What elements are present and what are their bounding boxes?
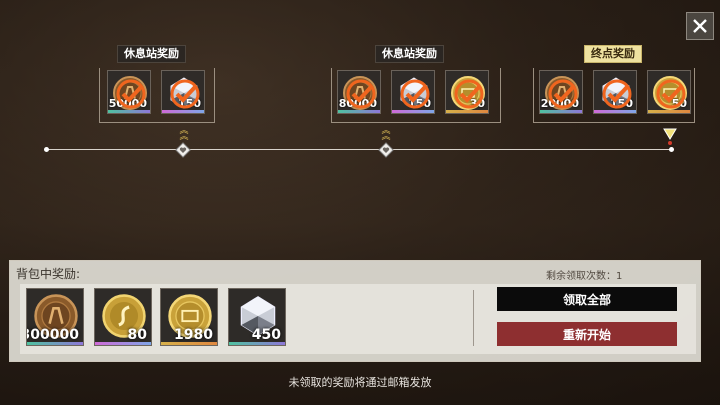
reward-slot[interactable]: 50: [647, 70, 691, 114]
bag-item-qty: 80: [127, 327, 147, 343]
stage-label-1: 休息站奖励: [117, 45, 186, 63]
reward-slot[interactable]: 30: [445, 70, 489, 114]
reward-slot[interactable]: 120000: [539, 70, 583, 114]
stage-label-final: 终点奖励: [584, 45, 642, 63]
divider: [473, 290, 474, 346]
footer-note: 未领取的奖励将通过邮箱发放: [288, 376, 432, 389]
bag-title: 背包中奖励:: [16, 267, 81, 281]
bag-item-qty: 450: [251, 327, 281, 343]
claimed-check-icon: [170, 79, 200, 109]
reward-slot[interactable]: 150: [593, 70, 637, 114]
track-start-dot: [44, 147, 49, 152]
bag-item[interactable]: 450: [228, 288, 286, 346]
reward-slot[interactable]: 80000: [337, 70, 381, 114]
chevron-up-icon: ︽ ︽: [381, 126, 391, 142]
claimed-check-icon: [548, 79, 578, 109]
track-end-dot: [669, 147, 674, 152]
bag-item-qty: 1980: [174, 327, 213, 343]
chevron-up-icon: ︽ ︽: [179, 126, 189, 142]
heart-node-icon: [378, 142, 394, 158]
bag-item[interactable]: 300000: [26, 288, 84, 346]
claimed-check-icon: [346, 79, 376, 109]
goal-marker-icon: [663, 128, 677, 145]
restart-button[interactable]: 重新开始: [497, 322, 677, 346]
claimed-check-icon: [454, 79, 484, 109]
remaining-claims: 剩余领取次数：1: [546, 271, 623, 282]
reward-slot[interactable]: 150: [161, 70, 205, 114]
progress-track: [46, 149, 674, 150]
heart-node-icon: [175, 142, 191, 158]
claimed-check-icon: [656, 79, 686, 109]
reward-slot[interactable]: 150: [391, 70, 435, 114]
bag-item[interactable]: 1980: [160, 288, 218, 346]
claimed-check-icon: [116, 79, 146, 109]
bag-item-qty: 300000: [26, 327, 79, 343]
stage-label-2: 休息站奖励: [375, 45, 444, 63]
close-icon: [693, 19, 707, 33]
claimed-check-icon: [602, 79, 632, 109]
close-button[interactable]: [686, 12, 714, 40]
claimed-check-icon: [400, 79, 430, 109]
claim-all-button[interactable]: 领取全部: [497, 287, 677, 311]
reward-slot[interactable]: 50000: [107, 70, 151, 114]
bag-item[interactable]: 80: [94, 288, 152, 346]
